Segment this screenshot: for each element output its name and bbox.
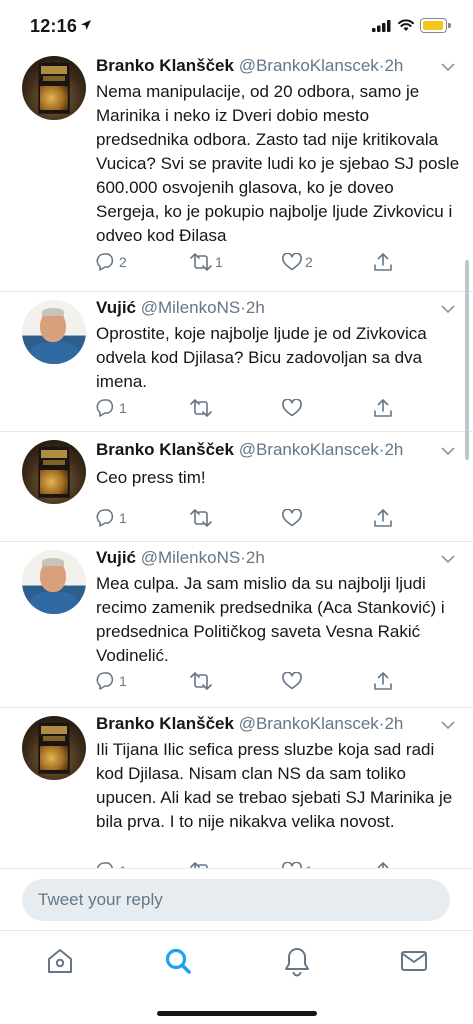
tweet-text: Nema manipulacije, od 20 odbora, samo je… bbox=[96, 82, 460, 245]
tweet[interactable]: Vujić @MilenkoNS·2h Mea culpa. Ja sam mi… bbox=[0, 542, 473, 708]
tweet[interactable]: Vujić @MilenkoNS·2h Oprostite, koje najb… bbox=[0, 292, 473, 432]
messages-icon[interactable] bbox=[398, 945, 430, 977]
wifi-icon bbox=[398, 19, 414, 31]
retweet-button[interactable] bbox=[190, 399, 215, 417]
reply-icon bbox=[96, 672, 114, 690]
author-handle[interactable]: @BrankoKlanscek bbox=[239, 714, 379, 733]
tab-bar bbox=[0, 930, 473, 1024]
retweet-count: 1 bbox=[215, 254, 223, 270]
tweet-text: Ili Tijana Ilic sefica press sluzbe koja… bbox=[96, 740, 453, 831]
retweet-button[interactable] bbox=[190, 672, 215, 690]
reply-bar: Tweet your reply bbox=[0, 868, 473, 930]
avatar[interactable] bbox=[22, 716, 86, 780]
signal-icon bbox=[372, 20, 391, 32]
chevron-down-icon[interactable] bbox=[441, 554, 455, 564]
share-icon bbox=[374, 672, 392, 690]
author-name[interactable]: Branko Klanšček bbox=[96, 56, 234, 75]
tweet[interactable]: Branko Klanšček @BrankoKlanscek·2h Ceo p… bbox=[0, 432, 473, 542]
share-button[interactable] bbox=[374, 253, 392, 271]
reply-button[interactable]: 1 bbox=[96, 672, 127, 690]
author-name[interactable]: Vujić bbox=[96, 548, 136, 567]
search-icon[interactable] bbox=[162, 945, 194, 977]
status-time: 12:16 bbox=[30, 16, 78, 36]
like-button[interactable] bbox=[282, 399, 305, 417]
retweet-icon bbox=[190, 509, 212, 527]
avatar[interactable] bbox=[22, 440, 86, 504]
avatar[interactable] bbox=[22, 550, 86, 614]
author-name[interactable]: Vujić bbox=[96, 298, 136, 317]
share-button[interactable] bbox=[374, 509, 392, 527]
retweet-icon bbox=[190, 672, 212, 690]
heart-icon bbox=[282, 509, 302, 527]
reply-input[interactable]: Tweet your reply bbox=[22, 879, 450, 921]
timestamp: 2h bbox=[384, 56, 404, 75]
author-handle[interactable]: @BrankoKlanscek bbox=[239, 56, 379, 75]
author-name[interactable]: Branko Klanšček bbox=[96, 440, 234, 459]
like-button[interactable] bbox=[282, 509, 305, 527]
tweet-actions: 1 bbox=[96, 672, 426, 694]
tweet-header: Branko Klanšček @BrankoKlanscek·2h bbox=[96, 56, 403, 78]
like-count: 2 bbox=[305, 254, 313, 270]
reply-count: 1 bbox=[119, 510, 127, 526]
notifications-icon[interactable] bbox=[281, 945, 313, 977]
avatar[interactable] bbox=[22, 300, 86, 364]
location-arrow-icon bbox=[81, 20, 91, 30]
home-icon[interactable] bbox=[44, 945, 76, 977]
scrollbar[interactable] bbox=[465, 260, 469, 460]
author-handle[interactable]: @MilenkoNS bbox=[141, 548, 240, 567]
share-icon bbox=[374, 399, 392, 417]
reply-icon bbox=[96, 253, 114, 271]
status-bar: 12:16 bbox=[0, 0, 473, 50]
timestamp: 2h bbox=[384, 714, 404, 733]
tweet-actions: 1 bbox=[96, 509, 426, 531]
heart-icon bbox=[282, 399, 302, 417]
timestamp: 2h bbox=[245, 298, 265, 317]
tweet-header: Vujić @MilenkoNS·2h bbox=[96, 298, 265, 320]
timestamp: 2h bbox=[384, 440, 404, 459]
reply-count: 1 bbox=[119, 673, 127, 689]
reply-count: 1 bbox=[119, 400, 127, 416]
like-button[interactable] bbox=[282, 672, 305, 690]
tweet-actions: 2 1 2 bbox=[96, 253, 426, 275]
share-icon bbox=[374, 509, 392, 527]
battery-icon bbox=[420, 18, 451, 33]
author-handle[interactable]: @MilenkoNS bbox=[141, 298, 240, 317]
share-icon bbox=[374, 253, 392, 271]
chevron-down-icon[interactable] bbox=[441, 304, 455, 314]
chevron-down-icon[interactable] bbox=[441, 62, 455, 72]
retweet-button[interactable]: 1 bbox=[190, 253, 223, 271]
author-name[interactable]: Branko Klanšček bbox=[96, 714, 234, 733]
heart-icon bbox=[282, 253, 302, 271]
retweet-icon bbox=[190, 399, 212, 417]
reply-icon bbox=[96, 399, 114, 417]
chevron-down-icon[interactable] bbox=[441, 720, 455, 730]
tweet-header: Branko Klanšček @BrankoKlanscek·2h bbox=[96, 440, 403, 462]
home-indicator[interactable] bbox=[157, 1011, 317, 1016]
tweet[interactable]: Branko Klanšček @BrankoKlanscek·2h Nema … bbox=[0, 50, 473, 292]
reply-button[interactable]: 2 bbox=[96, 253, 127, 271]
share-button[interactable] bbox=[374, 672, 392, 690]
tweet-actions: 1 bbox=[96, 399, 426, 421]
author-handle[interactable]: @BrankoKlanscek bbox=[239, 440, 379, 459]
reply-icon bbox=[96, 509, 114, 527]
retweet-icon bbox=[190, 253, 212, 271]
tweet[interactable]: Branko Klanšček @BrankoKlanscek·2h Ili T… bbox=[0, 708, 473, 868]
avatar[interactable] bbox=[22, 56, 86, 120]
chevron-down-icon[interactable] bbox=[441, 446, 455, 456]
reply-thread[interactable]: Branko Klanšček @BrankoKlanscek·2h Nema … bbox=[0, 50, 473, 868]
heart-icon bbox=[282, 672, 302, 690]
timestamp: 2h bbox=[245, 548, 265, 567]
like-button[interactable]: 2 bbox=[282, 253, 313, 271]
tweet-text: Ceo press tim! bbox=[96, 468, 206, 487]
tweet-header: Vujić @MilenkoNS·2h bbox=[96, 548, 265, 570]
reply-button[interactable]: 1 bbox=[96, 399, 127, 417]
reply-count: 2 bbox=[119, 254, 127, 270]
retweet-button[interactable] bbox=[190, 509, 215, 527]
share-button[interactable] bbox=[374, 399, 392, 417]
tweet-header: Branko Klanšček @BrankoKlanscek·2h bbox=[96, 714, 403, 736]
reply-button[interactable]: 1 bbox=[96, 509, 127, 527]
tweet-text: Oprostite, koje najbolje ljude je od Ziv… bbox=[96, 324, 427, 391]
tweet-text: Mea culpa. Ja sam mislio da su najbolji … bbox=[96, 574, 445, 665]
